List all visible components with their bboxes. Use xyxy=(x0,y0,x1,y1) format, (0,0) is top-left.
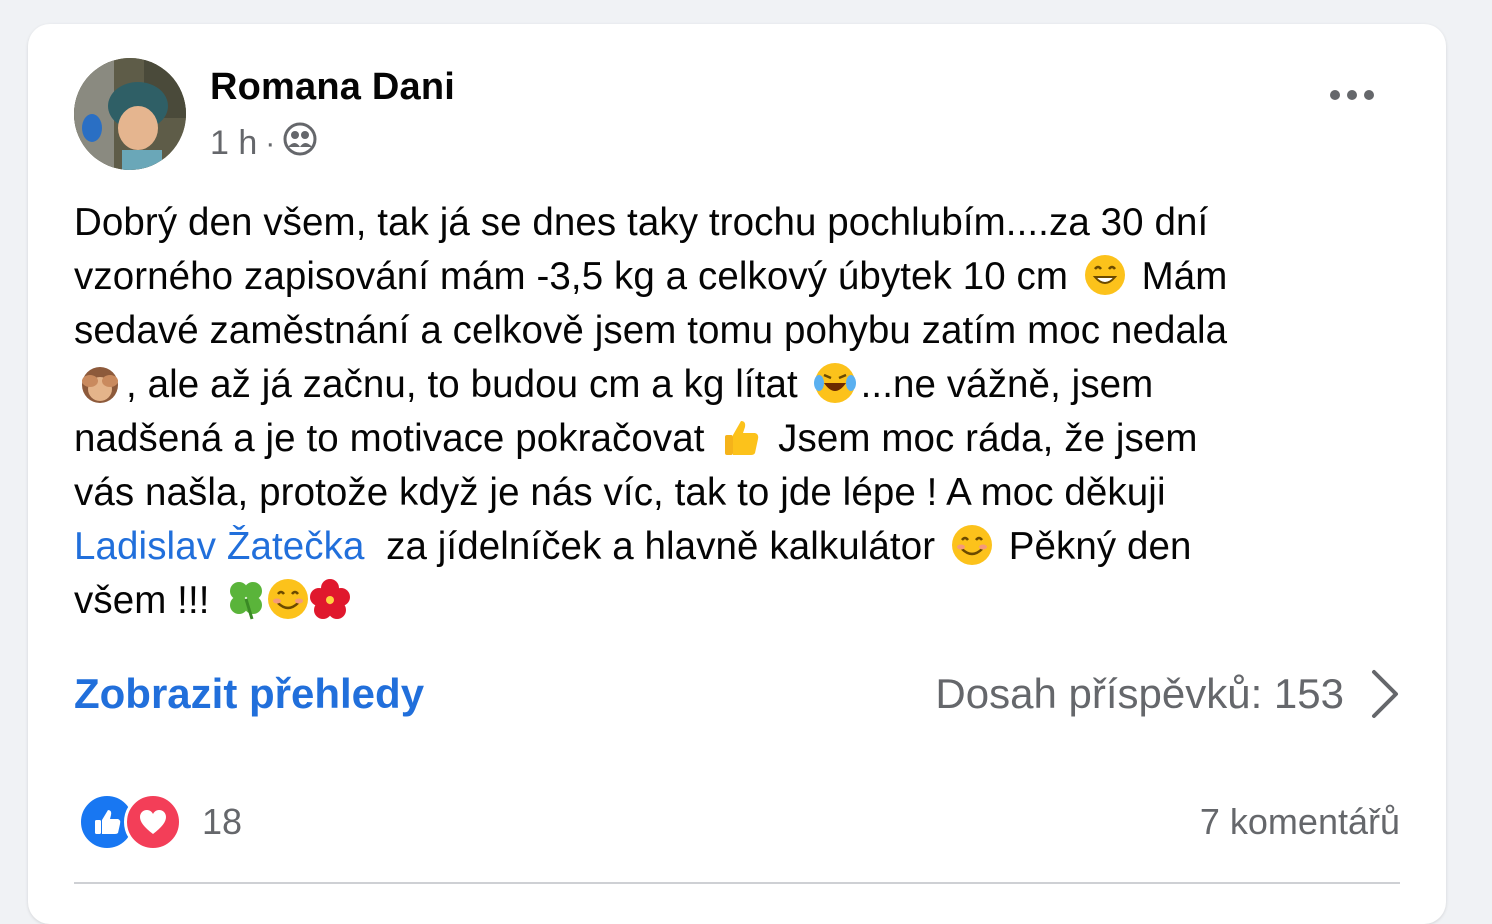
post-text-line: sedavé zaměstnání a celkově jsem tomu po… xyxy=(74,309,1228,352)
thumbs-up-emoji-icon xyxy=(725,421,759,455)
friends-icon[interactable] xyxy=(283,122,317,165)
post-text-line: , ale až já začnu, to budou cm a kg líta… xyxy=(126,363,798,406)
post-text-line: Mám xyxy=(1141,255,1228,298)
post-text-line: Pěkný den xyxy=(1008,525,1192,568)
author-name[interactable]: Romana Dani xyxy=(210,66,455,109)
view-insights-link[interactable]: Zobrazit přehledy xyxy=(74,670,424,718)
post-text-line: za jídelníček a hlavně kalkulátor xyxy=(386,525,936,568)
post-body: Dobrý den všem, tak já se dnes taky troc… xyxy=(74,196,1394,628)
post-card: Romana Dani 1 h · Dobrý den všem, tak já… xyxy=(28,24,1446,924)
love-reaction-icon xyxy=(124,793,182,851)
reactions-row: 18 7 komentářů xyxy=(78,793,1400,851)
post-reach-button[interactable]: Dosah příspěvků: 153 xyxy=(935,668,1400,720)
more-dot-icon xyxy=(1347,90,1357,100)
meta-separator: · xyxy=(265,126,276,160)
tears-of-joy-emoji-icon xyxy=(813,363,856,403)
hibiscus-flower-icon xyxy=(310,579,351,619)
post-text-line: ...ne vážně, jsem xyxy=(860,363,1154,406)
post-text-line: Jsem moc ráda, že jsem xyxy=(778,417,1198,460)
actions-divider xyxy=(74,882,1400,884)
post-text-line: Dobrý den všem, tak já se dnes taky troc… xyxy=(74,201,1209,244)
post-reach-label: Dosah příspěvků: 153 xyxy=(935,670,1344,717)
smiling-emoji-icon xyxy=(268,579,309,619)
post-text-line: vzorného zapisování mám -3,5 kg a celkov… xyxy=(74,255,1069,298)
insights-row: Zobrazit přehledy Dosah příspěvků: 153 xyxy=(74,664,1400,724)
reactions-count: 18 xyxy=(202,801,243,842)
smiling-emoji-icon xyxy=(951,525,992,565)
more-options-button[interactable] xyxy=(1330,90,1374,100)
see-no-evil-monkey-icon xyxy=(82,367,118,403)
more-dot-icon xyxy=(1330,90,1340,100)
post-text-line: vás našla, protože když je nás víc, tak … xyxy=(74,471,1166,514)
post-text-line: všem !!! xyxy=(74,579,210,622)
author-avatar[interactable] xyxy=(74,58,186,170)
reactions-summary[interactable]: 18 xyxy=(78,793,242,851)
four-leaf-clover-icon xyxy=(230,582,263,620)
mention-link[interactable]: Ladislav Žatečka xyxy=(74,525,365,568)
comments-count-link[interactable]: 7 komentářů xyxy=(1200,801,1400,843)
grinning-emoji-icon xyxy=(1084,255,1125,295)
post-time[interactable]: 1 h xyxy=(210,124,257,163)
more-dot-icon xyxy=(1364,90,1374,100)
chevron-right-icon xyxy=(1372,670,1398,718)
post-meta: 1 h · xyxy=(210,122,317,165)
post-text-line: nadšená a je to motivace pokračovat xyxy=(74,417,705,460)
